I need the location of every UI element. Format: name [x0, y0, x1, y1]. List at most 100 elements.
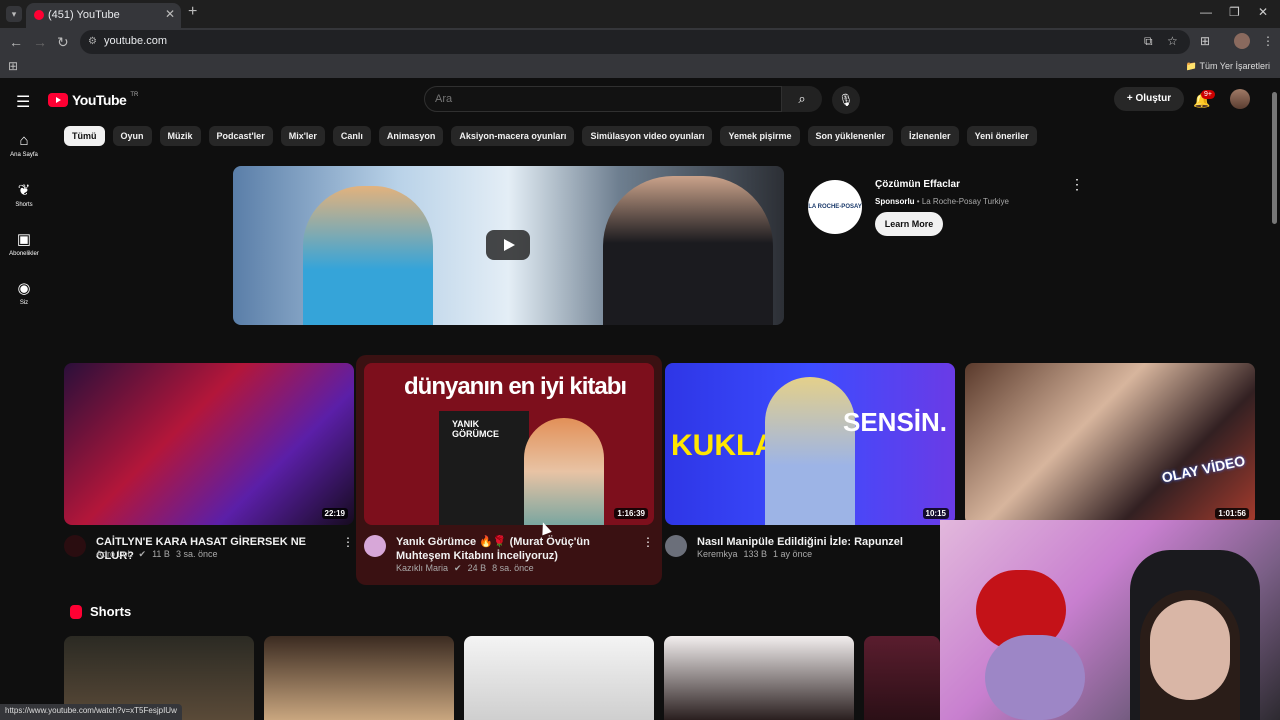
video-thumbnail[interactable]: KUKLA SENSİN. 10:15	[665, 363, 955, 525]
user-avatar[interactable]	[1230, 89, 1250, 109]
ad-person-right	[603, 176, 773, 325]
ad-title[interactable]: Çözümün Effaclar	[875, 179, 960, 190]
apps-grid-icon[interactable]: ⊞	[8, 59, 18, 73]
sidebar-item-you[interactable]: ◉ Siz	[0, 279, 48, 306]
extensions-icon[interactable]: ⊞	[1200, 34, 1210, 48]
chip-music[interactable]: Müzik	[159, 126, 201, 146]
chip-podcasts[interactable]: Podcast'ler	[208, 126, 273, 146]
home-icon: ⌂	[19, 132, 29, 149]
webcam-overlay	[940, 520, 1280, 720]
address-url: youtube.com	[104, 35, 167, 47]
video-card[interactable]: dünyanın en iyi kitabı YANIK GÖRÜMCE 1:1…	[364, 363, 654, 585]
browser-tab[interactable]: (451) YouTube ✕	[26, 3, 181, 28]
restore-icon[interactable]: ❐	[1229, 5, 1240, 19]
thumbnail-text-right: SENSİN.	[843, 407, 948, 437]
video-thumbnail[interactable]: OLAY VİDEO 1:01:56	[965, 363, 1255, 525]
hamburger-menu-icon[interactable]: ☰	[16, 92, 30, 112]
video-thumbnail[interactable]: 22:19	[64, 363, 354, 525]
browser-menu-icon[interactable]: ⋮	[1262, 34, 1274, 48]
status-bar-url: https://www.youtube.com/watch?v=xT5Fesjp…	[0, 704, 182, 720]
video-duration: 10:15	[922, 508, 949, 519]
view-count: 11 B	[152, 549, 170, 559]
site-info-icon[interactable]: ⚙	[88, 36, 97, 47]
video-card[interactable]: OLAY VİDEO 1:01:56	[965, 363, 1255, 525]
video-card[interactable]: 22:19 CAİTLYN'E KARA HASAT GİRERSEK NE O…	[64, 363, 354, 585]
more-options-icon[interactable]: ⋮	[342, 535, 354, 549]
back-icon[interactable]: ←	[9, 34, 23, 50]
chip-new-to-you[interactable]: Yeni öneriler	[966, 126, 1037, 146]
filter-chips-bar: Tümü Oyun Müzik Podcast'ler Mix'ler Canl…	[64, 126, 1037, 146]
address-bar[interactable]: ⚙ youtube.com	[80, 30, 1190, 54]
video-duration: 1:16:39	[614, 508, 648, 519]
channel-avatar[interactable]	[64, 535, 86, 557]
learn-more-button[interactable]: Learn More	[875, 212, 943, 236]
chip-action-adventure[interactable]: Aksiyon-macera oyunları	[451, 126, 575, 146]
chip-cooking[interactable]: Yemek pişirme	[720, 126, 800, 146]
bookmark-star-icon[interactable]: ☆	[1167, 34, 1178, 48]
short-thumbnail[interactable]	[664, 636, 854, 720]
create-button[interactable]: + Oluştur	[1114, 87, 1184, 111]
more-options-icon[interactable]: ⋮	[642, 535, 654, 549]
video-title[interactable]: Nasıl Manipüle Edildiğini İzle: Rapunzel	[697, 535, 927, 549]
advertiser-logo-text: LA ROCHE-POSAY	[808, 204, 862, 210]
short-thumbnail[interactable]	[464, 636, 654, 720]
chip-animation[interactable]: Animasyon	[378, 126, 444, 146]
advertiser-logo[interactable]: LA ROCHE-POSAY	[808, 180, 862, 234]
browser-profile-avatar[interactable]	[1234, 33, 1250, 49]
minimize-icon[interactable]: —	[1200, 5, 1212, 19]
all-bookmarks[interactable]: 📁 Tüm Yer İşaretleri	[1186, 61, 1270, 72]
tab-search-button[interactable]: ▾	[6, 6, 22, 22]
bookmarks-bar: ⊞ 📁 Tüm Yer İşaretleri	[0, 56, 1280, 78]
chip-all[interactable]: Tümü	[64, 126, 105, 146]
create-label: Oluştur	[1135, 93, 1172, 104]
thumbnail-text: OLAY VİDEO	[1160, 452, 1247, 486]
voice-search-button[interactable]: 🎙	[832, 86, 860, 114]
cast-icon[interactable]: ⧉	[1144, 34, 1153, 49]
youtube-play-logo-icon	[48, 93, 68, 107]
chip-mixes[interactable]: Mix'ler	[280, 126, 325, 146]
new-tab-button[interactable]: +	[188, 3, 197, 21]
channel-avatar[interactable]	[364, 535, 386, 557]
ad-sponsor-line: Sponsorlu • La Roche-Posay Turkiye	[875, 197, 1009, 206]
ad-video-thumbnail[interactable]	[233, 166, 784, 325]
chip-live[interactable]: Canlı	[332, 126, 371, 146]
reload-icon[interactable]: ↻	[57, 34, 69, 51]
channel-name[interactable]: Kazıklı Maria	[396, 563, 448, 574]
forward-icon[interactable]: →	[33, 34, 47, 50]
youtube-favicon-icon	[34, 10, 44, 20]
video-title[interactable]: Yanık Görümce 🔥🌹 (Murat Övüç'ün Muhteşem…	[396, 535, 626, 563]
video-duration: 22:19	[321, 508, 348, 519]
browser-toolbar: ← → ↻ ⚙ youtube.com ⧉ ☆ ⊞ ⋮	[0, 28, 1280, 56]
view-count: 133 B	[743, 549, 768, 559]
sidebar-item-label: Ana Sayfa	[10, 152, 38, 158]
sidebar-item-home[interactable]: ⌂ Ana Sayfa	[0, 132, 48, 158]
ad-more-options-icon[interactable]: ⋮	[1070, 176, 1084, 193]
short-thumbnail[interactable]	[864, 636, 940, 720]
advertiser-name: La Roche-Posay Turkiye	[921, 197, 1009, 206]
chip-watched[interactable]: İzlenenler	[901, 126, 959, 146]
window-close-icon[interactable]: ✕	[1258, 5, 1268, 19]
page-scrollbar[interactable]	[1272, 92, 1277, 224]
chip-gaming[interactable]: Oyun	[112, 126, 152, 146]
channel-name[interactable]: Keremkya	[697, 549, 738, 559]
youtube-logo[interactable]: YouTube TR	[48, 92, 138, 108]
play-button-icon[interactable]	[486, 230, 530, 260]
channel-name[interactable]: Adro LoL	[96, 549, 133, 560]
short-thumbnail[interactable]	[264, 636, 454, 720]
tab-title: (451) YouTube	[48, 9, 120, 21]
country-code: TR	[130, 92, 139, 98]
chip-simulation[interactable]: Simülasyon video oyunları	[582, 126, 713, 146]
view-count: 24 B	[467, 563, 487, 573]
tab-close-icon[interactable]: ✕	[165, 7, 175, 21]
video-thumbnail[interactable]: dünyanın en iyi kitabı YANIK GÖRÜMCE 1:1…	[364, 363, 654, 525]
search-button[interactable]: ⌕	[782, 86, 822, 112]
sidebar-item-shorts[interactable]: ❦ Shorts	[0, 181, 48, 208]
search-input[interactable]	[425, 87, 781, 111]
sidebar-item-subscriptions[interactable]: ▣ Abonelikler	[0, 230, 48, 257]
video-card[interactable]: KUKLA SENSİN. 10:15 Nasıl Manipüle Edild…	[665, 363, 955, 585]
channel-avatar[interactable]	[665, 535, 687, 557]
upload-age: 8 sa. önce	[492, 563, 534, 573]
sidebar-item-label: Siz	[19, 300, 29, 306]
search-icon: ⌕	[798, 91, 806, 106]
chip-recently-uploaded[interactable]: Son yüklenenler	[807, 126, 894, 146]
